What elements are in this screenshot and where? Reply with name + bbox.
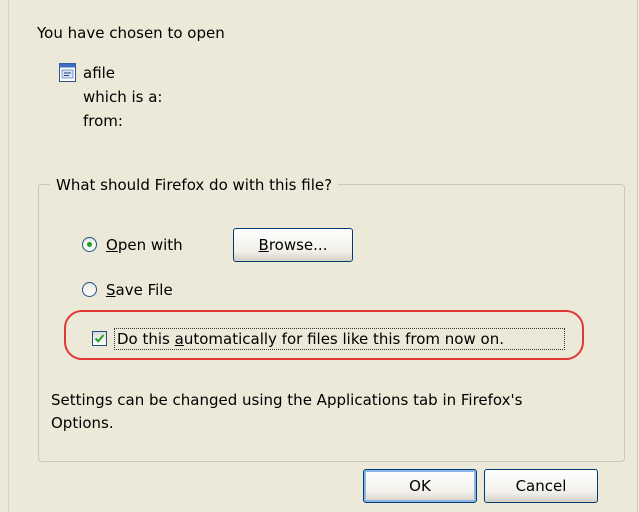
dialog-heading: You have chosen to open xyxy=(37,24,225,42)
settings-note-line1: Settings can be changed using the Applic… xyxy=(51,391,523,409)
auto-open-checkbox[interactable] xyxy=(92,331,107,346)
file-source-label: from: xyxy=(83,112,123,130)
document-icon xyxy=(59,63,76,82)
radio-selected-dot xyxy=(87,242,92,247)
open-with-label[interactable]: Open with xyxy=(106,236,183,254)
browse-button[interactable]: Browse... xyxy=(233,228,353,262)
save-file-radio[interactable] xyxy=(82,282,97,297)
save-file-label[interactable]: Save File xyxy=(106,281,173,299)
checkmark-icon xyxy=(94,334,105,343)
file-type-label: which is a: xyxy=(83,88,163,106)
file-name: afile xyxy=(83,64,116,82)
settings-note-line2: Options. xyxy=(51,414,114,432)
file-open-dialog: You have chosen to open afile which is a… xyxy=(0,0,639,512)
group-legend: What should Firefox do with this file? xyxy=(50,176,339,194)
open-with-radio[interactable] xyxy=(82,237,97,252)
cancel-button[interactable]: Cancel xyxy=(484,469,598,503)
auto-open-label[interactable]: Do this automatically for files like thi… xyxy=(117,330,504,348)
ok-button[interactable]: OK xyxy=(363,469,477,503)
